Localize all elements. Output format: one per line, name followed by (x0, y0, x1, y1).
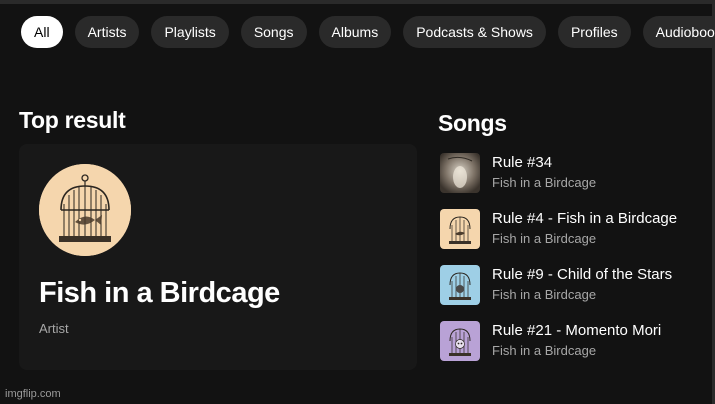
watermark: imgflip.com (5, 388, 61, 400)
chip-playlists[interactable]: Playlists (151, 16, 229, 48)
song-artist[interactable]: Fish in a Birdcage (492, 343, 596, 358)
birdcage-icon (440, 265, 480, 305)
chip-podcasts-shows[interactable]: Podcasts & Shows (403, 16, 546, 48)
song-row[interactable]: Rule #9 - Child of the Stars Fish in a B… (440, 265, 710, 305)
song-row[interactable]: Rule #21 - Momento Mori Fish in a Birdca… (440, 321, 710, 361)
birdcage-icon (440, 209, 480, 249)
top-result-card[interactable]: Fish in a Birdcage Artist (19, 144, 417, 370)
result-type-label: Artist (39, 321, 69, 336)
artist-name[interactable]: Fish in a Birdcage (39, 277, 280, 310)
filter-chips: All Artists Playlists Songs Albums Podca… (21, 16, 715, 48)
album-art-icon (440, 153, 480, 193)
song-title[interactable]: Rule #21 - Momento Mori (492, 322, 661, 339)
song-row[interactable]: Rule #4 - Fish in a Birdcage Fish in a B… (440, 209, 710, 249)
chip-artists[interactable]: Artists (74, 16, 140, 48)
song-artist[interactable]: Fish in a Birdcage (492, 287, 596, 302)
song-title[interactable]: Rule #34 (492, 154, 552, 171)
top-divider (0, 0, 715, 4)
top-result-heading: Top result (19, 107, 126, 133)
chip-audiobooks[interactable]: Audiobooks (642, 16, 715, 48)
songs-heading: Songs (438, 110, 507, 136)
song-title[interactable]: Rule #9 - Child of the Stars (492, 266, 672, 283)
chip-songs[interactable]: Songs (240, 16, 307, 48)
song-artist[interactable]: Fish in a Birdcage (492, 231, 596, 246)
song-artist[interactable]: Fish in a Birdcage (492, 175, 596, 190)
birdcage-icon (440, 321, 480, 361)
chip-albums[interactable]: Albums (318, 16, 392, 48)
song-title[interactable]: Rule #4 - Fish in a Birdcage (492, 210, 677, 227)
birdcage-with-fish-icon (39, 164, 131, 256)
song-row[interactable]: Rule #34 Fish in a Birdcage (440, 153, 710, 193)
chip-all[interactable]: All (21, 16, 63, 48)
chip-profiles[interactable]: Profiles (557, 16, 631, 48)
